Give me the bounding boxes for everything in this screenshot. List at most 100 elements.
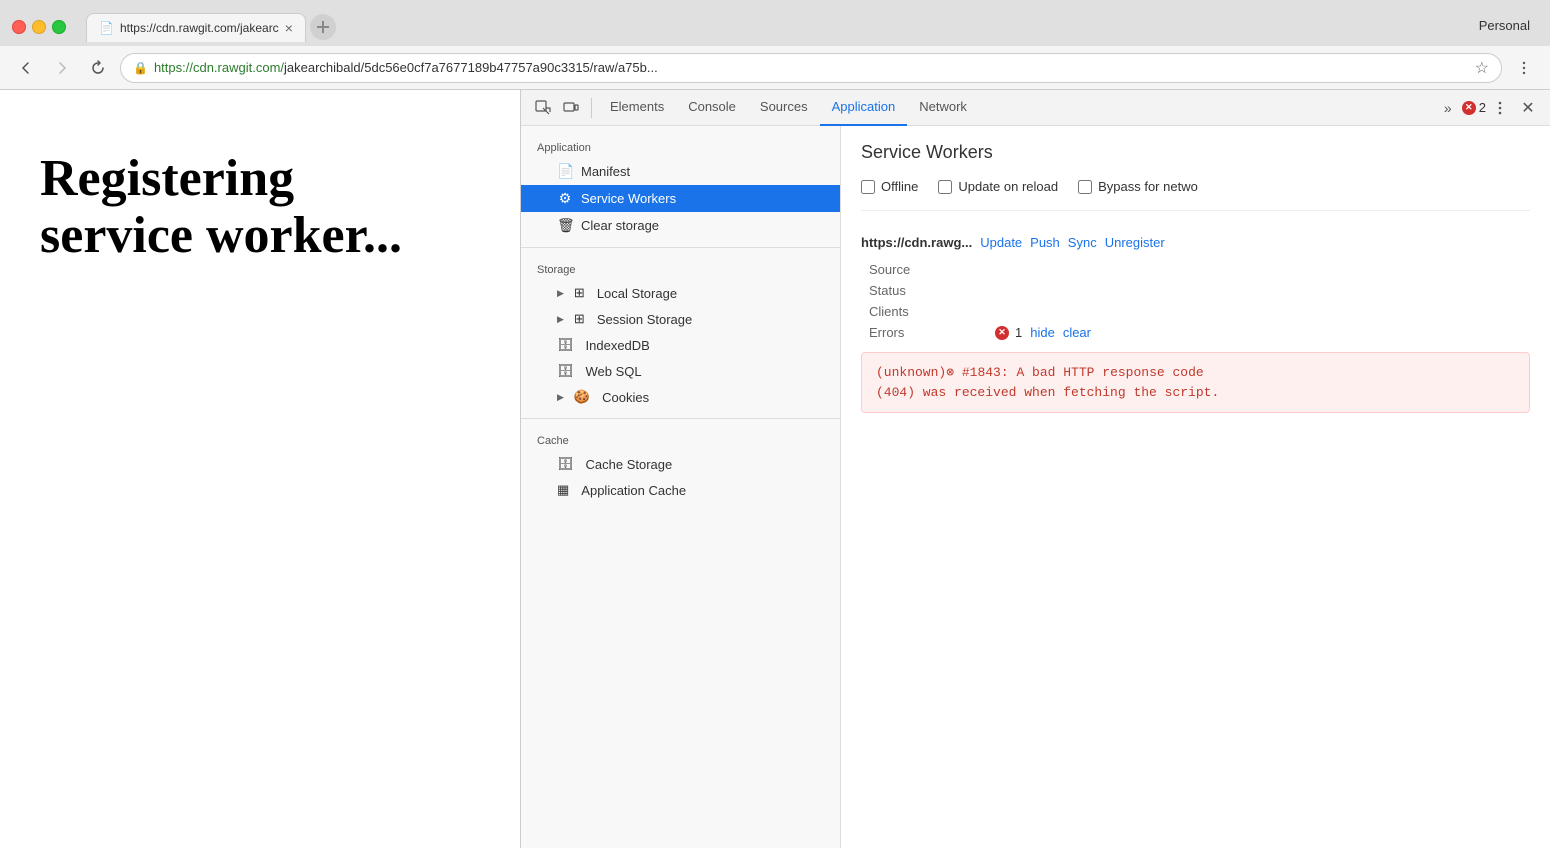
clients-value — [995, 304, 1530, 319]
sidebar-item-application-cache[interactable]: ▦ Application Cache — [521, 477, 840, 503]
sidebar-item-session-storage-label: Session Storage — [597, 312, 692, 327]
error-message: (unknown)⊗ #1843: A bad HTTP response co… — [876, 363, 1515, 402]
url-green-part: https://cdn.rawgit.com/ — [154, 60, 284, 75]
offline-label: Offline — [881, 179, 918, 194]
sidebar-item-indexeddb[interactable]: 🗄 IndexedDB — [521, 332, 840, 358]
status-value — [995, 283, 1530, 298]
error-icon: ✕ — [1462, 101, 1476, 115]
web-sql-icon: 🗄 — [557, 363, 574, 379]
sidebar-sep-1 — [521, 247, 840, 248]
local-storage-arrow-icon: ▶ — [557, 288, 564, 299]
error-text-line2: (404) was received when fetching the scr… — [876, 385, 1219, 400]
sw-entry: https://cdn.rawg... Update Push Sync Unr… — [861, 235, 1530, 413]
page-content: Registering service worker... — [0, 90, 520, 848]
browser-window: 📄 https://cdn.rawgit.com/jakearc × Perso… — [0, 0, 1550, 848]
devtools-toolbar: Elements Console Sources Application Net… — [521, 90, 1550, 126]
service-workers-icon: ⚙ — [557, 190, 573, 207]
traffic-lights — [12, 20, 66, 34]
page-heading: Registering service worker... — [40, 150, 402, 264]
new-tab-button[interactable] — [310, 14, 336, 40]
minimize-button[interactable] — [32, 20, 46, 34]
maximize-button[interactable] — [52, 20, 66, 34]
sw-update-link[interactable]: Update — [980, 235, 1022, 250]
manifest-icon: 📄 — [557, 163, 573, 180]
tab-close-button[interactable]: × — [285, 20, 293, 36]
bypass-for-network-checkbox[interactable] — [1078, 180, 1092, 194]
sidebar-item-local-storage-label: Local Storage — [597, 286, 677, 301]
sidebar-item-manifest-label: Manifest — [581, 164, 630, 179]
sidebar-item-cookies[interactable]: ▶ 🍪 Cookies — [521, 384, 840, 410]
tab-favicon-icon: 📄 — [99, 21, 114, 35]
status-label: Status — [869, 283, 989, 298]
error-text-line1: (unknown)⊗ #1843: A bad HTTP response co… — [876, 365, 1204, 380]
source-label: Source — [869, 262, 989, 277]
update-on-reload-option[interactable]: Update on reload — [938, 179, 1058, 194]
cache-storage-icon: 🗄 — [557, 456, 574, 472]
sw-sync-link[interactable]: Sync — [1068, 235, 1097, 250]
personal-label: Personal — [1479, 18, 1538, 37]
errors-row: ✕ 1 hide clear — [995, 325, 1530, 340]
errors-label: Errors — [869, 325, 989, 340]
forward-button[interactable] — [48, 54, 76, 82]
hide-errors-link[interactable]: hide — [1030, 325, 1055, 340]
devtools-close-button[interactable]: ✕ — [1514, 94, 1542, 122]
sidebar-item-cache-storage[interactable]: 🗄 Cache Storage — [521, 451, 840, 477]
sidebar-item-session-storage[interactable]: ▶ ⊞ Session Storage — [521, 306, 840, 332]
heading-line2: service worker... — [40, 207, 402, 264]
sidebar-item-local-storage[interactable]: ▶ ⊞ Local Storage — [521, 280, 840, 306]
application-cache-icon: ▦ — [557, 482, 569, 498]
error-number: 1 — [1015, 325, 1022, 340]
devtools-more-button[interactable] — [1486, 94, 1514, 122]
sidebar-item-service-workers[interactable]: ⚙ Service Workers — [521, 185, 840, 212]
tab-network[interactable]: Network — [907, 90, 979, 126]
back-button[interactable] — [12, 54, 40, 82]
more-tabs-button[interactable]: » — [1434, 94, 1462, 122]
heading-line1: Registering — [40, 150, 294, 207]
error-box: (unknown)⊗ #1843: A bad HTTP response co… — [861, 352, 1530, 413]
address-bar[interactable]: 🔒 https://cdn.rawgit.com/jakearchibald/5… — [120, 53, 1502, 83]
devtools-panel: Elements Console Sources Application Net… — [520, 90, 1550, 848]
menu-button[interactable] — [1510, 54, 1538, 82]
update-on-reload-label: Update on reload — [958, 179, 1058, 194]
offline-checkbox[interactable] — [861, 180, 875, 194]
sw-push-link[interactable]: Push — [1030, 235, 1060, 250]
bypass-for-network-option[interactable]: Bypass for netwo — [1078, 179, 1198, 194]
sidebar-item-web-sql-label: Web SQL — [586, 364, 642, 379]
sidebar-item-web-sql[interactable]: 🗄 Web SQL — [521, 358, 840, 384]
error-count: 2 — [1479, 100, 1486, 115]
tab-title: https://cdn.rawgit.com/jakearc — [120, 21, 279, 35]
nav-bar: 🔒 https://cdn.rawgit.com/jakearchibald/5… — [0, 46, 1550, 90]
bypass-for-network-label: Bypass for netwo — [1098, 179, 1198, 194]
sw-unregister-link[interactable]: Unregister — [1105, 235, 1165, 250]
bookmark-icon[interactable]: ☆ — [1475, 58, 1489, 78]
session-storage-grid-icon: ⊞ — [574, 311, 585, 327]
offline-option[interactable]: Offline — [861, 179, 918, 194]
url-path-part: jakearchibald/5dc56e0cf7a7677189b47757a9… — [284, 60, 658, 75]
responsive-mode-icon[interactable] — [557, 94, 585, 122]
sidebar-section-cache: Cache — [521, 427, 840, 451]
sidebar-item-clear-storage[interactable]: 🗑 Clear storage — [521, 212, 840, 239]
indexeddb-icon: 🗄 — [557, 337, 574, 353]
close-button[interactable] — [12, 20, 26, 34]
tab-console[interactable]: Console — [676, 90, 748, 126]
sw-url-row: https://cdn.rawg... Update Push Sync Unr… — [861, 235, 1530, 250]
reload-button[interactable] — [84, 54, 112, 82]
clear-errors-link[interactable]: clear — [1063, 325, 1091, 340]
tab-application[interactable]: Application — [820, 90, 908, 126]
element-picker-icon[interactable] — [529, 94, 557, 122]
clear-storage-icon: 🗑 — [557, 217, 573, 234]
sidebar-item-service-workers-label: Service Workers — [581, 191, 676, 206]
toolbar-divider — [591, 98, 592, 118]
update-on-reload-checkbox[interactable] — [938, 180, 952, 194]
devtools-main-panel: Service Workers Offline Update on reload — [841, 126, 1550, 848]
sidebar-sep-2 — [521, 418, 840, 419]
sw-options: Offline Update on reload Bypass for netw… — [861, 179, 1530, 211]
tab-sources[interactable]: Sources — [748, 90, 820, 126]
sidebar-item-clear-storage-label: Clear storage — [581, 218, 659, 233]
sidebar-item-manifest[interactable]: 📄 Manifest — [521, 158, 840, 185]
sidebar-section-application: Application — [521, 134, 840, 158]
sidebar-item-indexeddb-label: IndexedDB — [586, 338, 650, 353]
browser-tab[interactable]: 📄 https://cdn.rawgit.com/jakearc × — [86, 13, 306, 42]
tab-elements[interactable]: Elements — [598, 90, 676, 126]
source-value — [995, 262, 1530, 277]
